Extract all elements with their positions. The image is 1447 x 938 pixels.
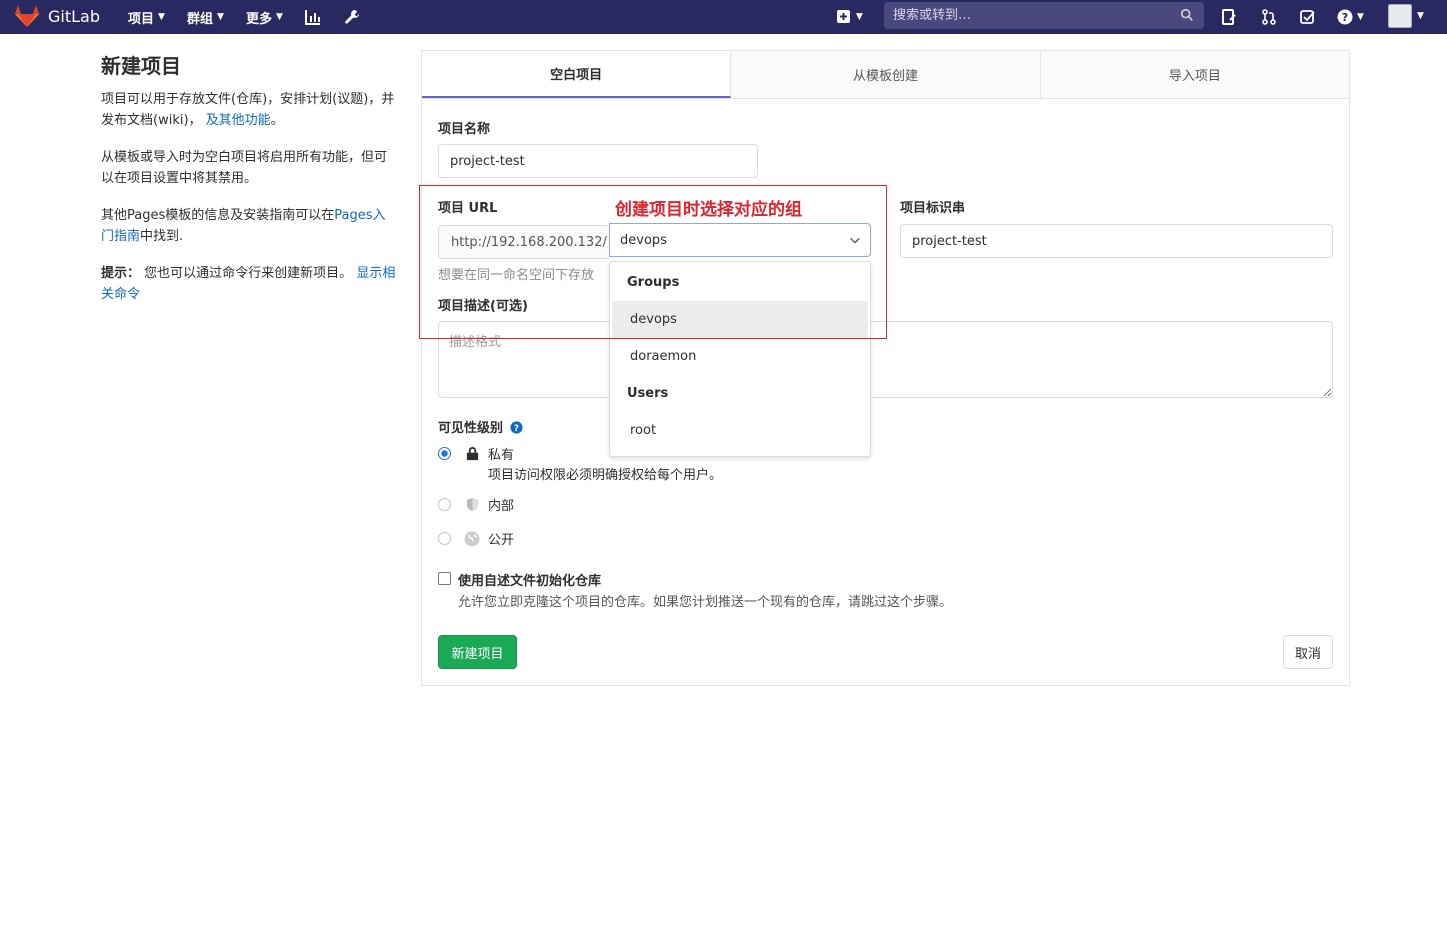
search-box[interactable] — [884, 2, 1204, 29]
annotation-text: 创建项目时选择对应的组 — [615, 200, 802, 220]
tab-import-project[interactable]: 导入项目 — [1040, 51, 1349, 98]
chevron-down-icon: ▼ — [276, 12, 283, 22]
visibility-label: 可见性级别 ? — [438, 417, 523, 436]
dropdown-header-users: Users — [627, 386, 669, 401]
wrench-icon[interactable] — [344, 0, 360, 34]
project-url-label: 项目 URL — [438, 201, 498, 216]
brand-name: GitLab — [48, 6, 100, 26]
radio-public[interactable] — [438, 532, 451, 545]
chevron-down-icon: ▼ — [1357, 12, 1364, 22]
todo-icon[interactable] — [1300, 0, 1316, 34]
chevron-down-icon — [850, 237, 860, 244]
chevron-down-icon: ▼ — [856, 12, 863, 22]
radio-private[interactable] — [438, 447, 451, 460]
svg-text:?: ? — [513, 424, 518, 434]
search-input[interactable] — [893, 8, 1163, 23]
visibility-label-text: 可见性级别 — [438, 421, 504, 436]
visibility-option-private[interactable]: 私有 — [438, 444, 514, 463]
namespace-dropdown: Groups devops doraemon Users root — [609, 261, 871, 457]
dropdown-header-groups: Groups — [627, 275, 680, 290]
tab-blank-project[interactable]: 空白项目 — [422, 51, 732, 98]
tab-from-template[interactable]: 从模板创建 — [731, 51, 1041, 98]
search-icon — [1180, 8, 1193, 21]
pages-paragraph: 其他Pages模板的信息及安装指南可以在Pages入门指南中找到. — [101, 205, 396, 247]
issues-icon[interactable] — [1221, 0, 1237, 34]
lock-icon — [463, 445, 481, 463]
project-tabs: 空白项目 从模板创建 导入项目 — [422, 51, 1349, 99]
project-description-label: 项目描述(可选) — [438, 299, 528, 314]
intro-end: 。 — [270, 113, 284, 128]
nav-menu-more[interactable]: 更多 ▼ — [246, 0, 283, 34]
help-icon: ? — [1337, 9, 1353, 25]
shield-icon — [463, 496, 481, 514]
readme-label[interactable]: 使用自述文件初始化仓库 — [458, 570, 601, 589]
page-title: 新建项目 — [101, 54, 181, 78]
project-name-input[interactable] — [438, 144, 758, 178]
new-project-panel: 空白项目 从模板创建 导入项目 项目名称 项目 URL http://192.1… — [419, 50, 1350, 686]
avatar[interactable] — [1388, 4, 1412, 28]
cancel-button[interactable]: 取消 — [1283, 635, 1333, 669]
dropdown-item-devops[interactable]: devops — [612, 301, 868, 338]
project-slug-label: 项目标识串 — [900, 201, 966, 216]
plus-square-icon — [837, 10, 850, 23]
visibility-public-label: 公开 — [488, 533, 515, 548]
tip-text: 您也可以通过命令行来创建新项目。 — [144, 266, 353, 281]
visibility-option-internal[interactable]: 内部 — [438, 495, 514, 514]
project-description-input[interactable] — [438, 321, 1333, 398]
gitlab-logo[interactable]: GitLab — [14, 3, 100, 29]
pages-end: 中找到. — [140, 229, 184, 244]
dropdown-item-doraemon[interactable]: doraemon — [612, 338, 868, 375]
radio-internal[interactable] — [438, 498, 451, 511]
gitlab-tanuki-icon — [15, 5, 39, 27]
chart-icon[interactable] — [305, 0, 321, 34]
visibility-private-label: 私有 — [488, 448, 515, 463]
merge-request-icon[interactable] — [1261, 0, 1277, 34]
chevron-down-icon[interactable]: ▼ — [1417, 11, 1424, 21]
template-paragraph: 从模板或导入时为空白项目将启用所有功能，但可以在项目设置中将其禁用。 — [101, 150, 388, 186]
chevron-down-icon: ▼ — [158, 12, 165, 22]
nav-menu-groups[interactable]: 群组 ▼ — [187, 0, 224, 34]
globe-icon — [463, 530, 481, 548]
nav-menu-label: 群组 — [187, 11, 214, 27]
nav-menu-label: 项目 — [128, 11, 155, 27]
pages-text: 其他Pages模板的信息及安装指南可以在 — [101, 208, 335, 223]
svg-text:?: ? — [1342, 11, 1348, 24]
tip-label: 提示： — [101, 266, 141, 281]
top-navbar: GitLab 项目 ▼ 群组 ▼ 更多 ▼ ▼ ? ▼ ▼ — [0, 0, 1447, 34]
create-project-button[interactable]: 新建项目 — [438, 635, 517, 669]
namespace-select[interactable]: devops — [609, 223, 871, 257]
dropdown-item-root[interactable]: root — [612, 412, 868, 449]
help-dropdown[interactable]: ? ▼ — [1337, 0, 1364, 34]
project-slug-input[interactable] — [900, 224, 1333, 258]
tip-paragraph: 提示： 您也可以通过命令行来创建新项目。 显示相关命令 — [101, 263, 396, 305]
project-name-label: 项目名称 — [438, 122, 491, 137]
url-prefix: http://192.168.200.132/ — [438, 225, 609, 259]
visibility-internal-label: 内部 — [488, 499, 515, 514]
visibility-private-desc: 项目访问权限必须明确授权给每个用户。 — [488, 468, 723, 483]
nav-menu-label: 更多 — [246, 11, 273, 27]
sidebar-info: 新建项目 项目可以用于存放文件(仓库)，安排计划(议题)，并发布文档(wiki)… — [101, 50, 396, 321]
visibility-option-public[interactable]: 公开 — [438, 529, 514, 548]
intro-paragraph: 项目可以用于存放文件(仓库)，安排计划(议题)，并发布文档(wiki)， 及其他… — [101, 89, 396, 131]
readme-checkbox[interactable] — [438, 572, 451, 585]
chevron-down-icon: ▼ — [217, 12, 224, 22]
url-help-text: 想要在同一命名空间下存放 — [438, 268, 595, 283]
help-icon[interactable]: ? — [509, 421, 523, 434]
nav-menu-projects[interactable]: 项目 ▼ — [128, 0, 165, 34]
readme-desc: 允许您立即克隆这个项目的仓库。如果您计划推送一个现有的仓库，请跳过这个步骤。 — [458, 595, 953, 610]
namespace-value: devops — [620, 232, 667, 248]
new-item-dropdown[interactable]: ▼ — [836, 0, 863, 34]
more-features-link[interactable]: 及其他功能 — [206, 113, 271, 128]
